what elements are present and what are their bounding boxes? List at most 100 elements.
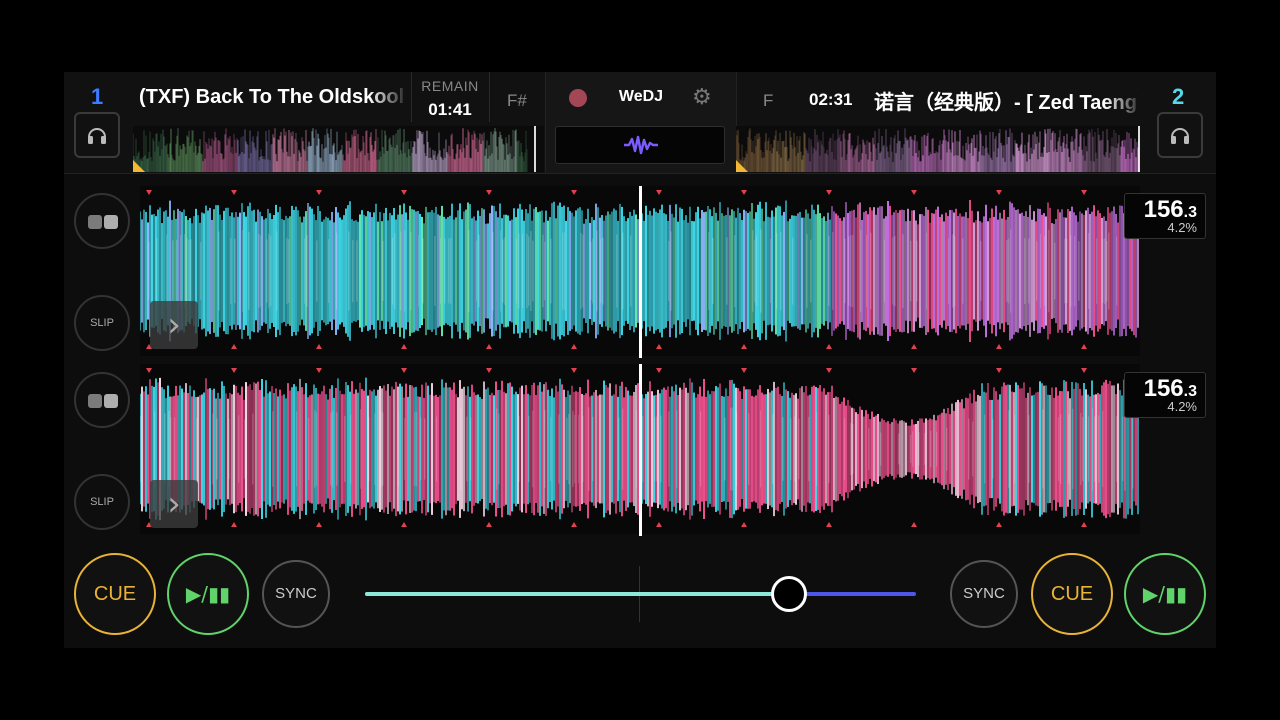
deck1-sync-button[interactable]: SYNC xyxy=(262,560,330,628)
deck2-time: 02:31 xyxy=(809,90,853,109)
beat-marker xyxy=(996,522,1002,527)
beat-marker xyxy=(231,344,237,349)
beat-marker xyxy=(741,522,747,527)
beat-marker xyxy=(316,190,322,195)
deck2-playhead xyxy=(639,364,642,536)
deck1-pitch: 4.2% xyxy=(1167,220,1197,235)
slip-label: SLIP xyxy=(90,317,114,329)
beat-marker xyxy=(1081,190,1087,195)
beat-marker xyxy=(996,368,1002,373)
beat-marker xyxy=(741,368,747,373)
deck1-playhead xyxy=(639,186,642,358)
record-icon[interactable] xyxy=(569,89,587,107)
beat-marker xyxy=(231,368,237,373)
beat-marker xyxy=(656,522,662,527)
headphones-icon xyxy=(1171,128,1189,144)
beat-marker xyxy=(486,344,492,349)
deck1-bpm-decimal: .3 xyxy=(1183,204,1197,221)
center-panel: WeDJ ⚙ xyxy=(545,72,737,173)
beat-marker xyxy=(911,190,917,195)
beat-marker xyxy=(571,368,577,373)
beat-marker xyxy=(401,522,407,527)
deck1-expand-button[interactable]: › xyxy=(150,301,198,349)
deck1-slip-button[interactable]: SLIP xyxy=(74,295,130,351)
beat-marker xyxy=(231,190,237,195)
beat-marker xyxy=(486,190,492,195)
deck1-bpm: 156 xyxy=(1143,196,1184,223)
deck2-slip-button[interactable]: SLIP xyxy=(74,474,130,530)
deck2-track-title: 诺言（经典版）- [ Zed Taeng ] xyxy=(874,86,1144,115)
deck2-bpm-display[interactable]: 156.3 4.2% xyxy=(1124,372,1206,418)
deck2-headphone-cue-button[interactable] xyxy=(1157,112,1203,158)
deck1-overview-graphic xyxy=(133,128,528,172)
beat-marker xyxy=(1081,522,1087,527)
deck1-position-marker xyxy=(533,126,536,172)
deck1-number: 1 xyxy=(91,84,104,109)
crossfader-track[interactable] xyxy=(365,592,916,596)
deck1-remain-label: REMAIN xyxy=(421,78,479,94)
beat-marker xyxy=(316,368,322,373)
cue-marker xyxy=(736,160,748,172)
deck2-play-pause-button[interactable]: ▶/▮▮ xyxy=(1124,553,1206,635)
beat-marker xyxy=(996,344,1002,349)
deck1-overview-waveform[interactable] xyxy=(133,126,544,172)
beat-marker xyxy=(911,522,917,527)
beat-marker xyxy=(826,190,832,195)
beat-marker xyxy=(316,522,322,527)
deck2-number: 2 xyxy=(1172,84,1185,109)
beat-marker xyxy=(146,190,152,195)
deck1-headphone-cue-button[interactable] xyxy=(74,112,120,158)
header: 1 (TXF) Back To The Oldskool REMAIN 01:4… xyxy=(64,72,1216,174)
loop-icon xyxy=(88,215,118,229)
deck1-loop-button[interactable] xyxy=(74,193,130,249)
beat-marker xyxy=(996,190,1002,195)
beat-marker xyxy=(656,190,662,195)
beat-marker xyxy=(1081,368,1087,373)
deck2-position-marker xyxy=(1138,126,1140,172)
app-logo: WeDJ xyxy=(618,88,664,105)
deck2-cue-button[interactable]: CUE xyxy=(1031,553,1113,635)
deck2-sync-button[interactable]: SYNC xyxy=(950,560,1018,628)
beat-marker xyxy=(401,368,407,373)
crossfader-fill xyxy=(365,592,790,596)
beat-marker xyxy=(826,344,832,349)
dj-app: 1 (TXF) Back To The Oldskool REMAIN 01:4… xyxy=(64,72,1216,648)
deck1-bpm-display[interactable]: 156.3 4.2% xyxy=(1124,193,1206,239)
waveform-icon xyxy=(624,135,658,155)
beat-marker xyxy=(656,344,662,349)
beat-marker xyxy=(401,344,407,349)
crossfader-knob[interactable] xyxy=(771,576,808,612)
divider xyxy=(489,72,490,122)
headphones-icon xyxy=(88,128,106,144)
loop-icon xyxy=(88,394,118,408)
beat-marker xyxy=(316,344,322,349)
beat-marker xyxy=(571,522,577,527)
deck2-pitch: 4.2% xyxy=(1167,399,1197,414)
beat-marker xyxy=(401,190,407,195)
gear-icon[interactable]: ⚙ xyxy=(692,86,712,108)
beat-marker xyxy=(231,522,237,527)
deck2-overview-graphic xyxy=(736,128,1140,172)
beat-marker xyxy=(571,344,577,349)
deck1-key: F# xyxy=(507,91,527,110)
beat-marker xyxy=(1081,344,1087,349)
deck2-expand-button[interactable]: › xyxy=(150,480,198,528)
deck1-cue-button[interactable]: CUE xyxy=(74,553,156,635)
divider xyxy=(411,72,412,122)
beat-marker xyxy=(741,344,747,349)
beat-marker xyxy=(486,522,492,527)
beat-marker xyxy=(911,368,917,373)
deck2-bpm-decimal: .3 xyxy=(1183,383,1197,400)
waveform-view-button[interactable] xyxy=(555,126,725,164)
deck2-overview-waveform[interactable] xyxy=(736,126,1140,172)
chevron-right-icon: › xyxy=(167,484,181,524)
beat-marker xyxy=(826,368,832,373)
chevron-right-icon: › xyxy=(167,305,181,345)
deck2-loop-button[interactable] xyxy=(74,372,130,428)
slip-label: SLIP xyxy=(90,496,114,508)
deck2-key: F xyxy=(763,91,774,110)
beat-marker xyxy=(486,368,492,373)
deck2-bpm: 156 xyxy=(1143,375,1184,402)
deck1-play-pause-button[interactable]: ▶/▮▮ xyxy=(167,553,249,635)
deck1-track-title: (TXF) Back To The Oldskool xyxy=(139,86,409,109)
